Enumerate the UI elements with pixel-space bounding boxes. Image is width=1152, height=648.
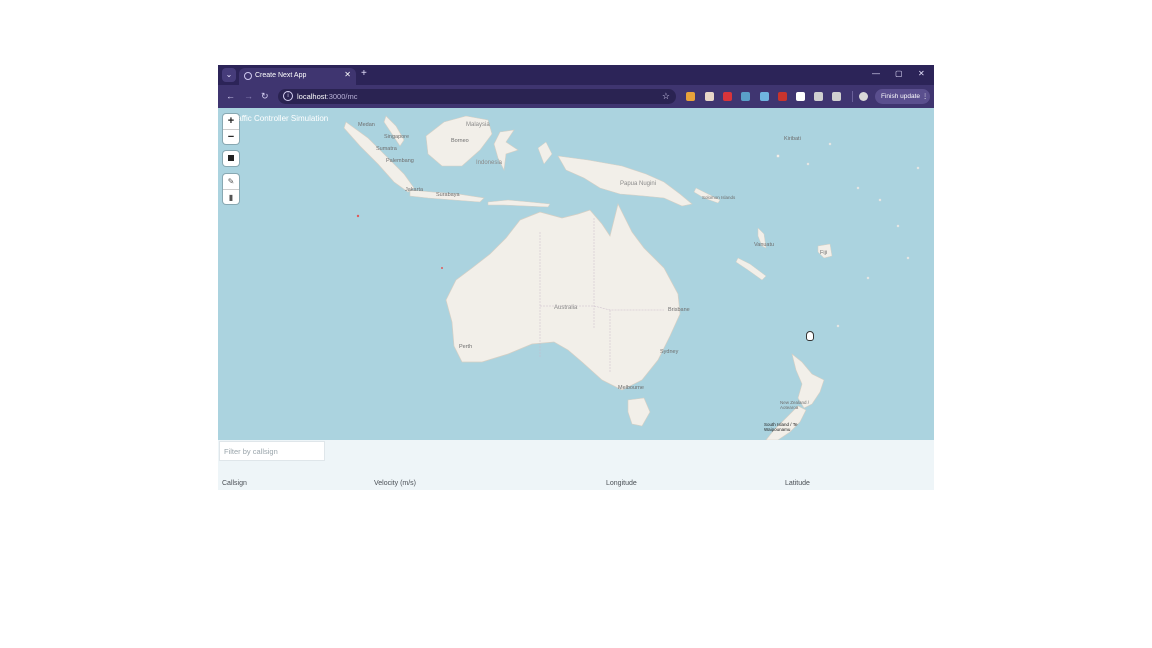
- title-bar: ⌄ Create Next App ✕ + — ▢ ✕: [218, 65, 934, 85]
- finish-update-button[interactable]: Finish update ⋮: [875, 89, 930, 104]
- browser-toolbar: ← → ↻ i localhost:3000/mc ☆ Finish updat…: [218, 85, 934, 108]
- map-label: Papua Nugini: [620, 181, 657, 187]
- tab-close-icon[interactable]: ✕: [344, 70, 351, 80]
- reload-icon[interactable]: ↻: [261, 90, 269, 102]
- address-bar[interactable]: i localhost:3000/mc ☆: [278, 89, 676, 104]
- map[interactable]: Traffic Controller Simulation + − ✎ ▮ Me…: [218, 108, 934, 440]
- aircraft-table: Callsign Velocity (m/s) Longitude Latitu…: [218, 440, 934, 490]
- bookmark-star-icon[interactable]: ☆: [662, 90, 670, 102]
- map-label: Kiribati: [784, 136, 801, 142]
- map-label: Solomon Islands: [702, 195, 736, 200]
- map-label: Singapore: [384, 134, 410, 140]
- map-label: Fiji: [820, 250, 828, 256]
- extension-icon[interactable]: [723, 92, 732, 101]
- tab-title: Create Next App: [255, 72, 307, 79]
- map-label: Perth: [459, 344, 473, 350]
- map-label: Melbourne: [618, 385, 644, 391]
- screen: ⌄ Create Next App ✕ + — ▢ ✕ ← → ↻ i loca…: [0, 0, 1152, 648]
- new-tab-button[interactable]: +: [361, 67, 367, 81]
- edit-layers-button[interactable]: ✎: [223, 174, 239, 189]
- globe-icon: [244, 72, 252, 80]
- tab-create-next-app[interactable]: Create Next App ✕: [239, 68, 356, 85]
- column-header-callsign[interactable]: Callsign: [222, 479, 247, 488]
- map-label: Vanuatu: [754, 242, 775, 248]
- map-label: Medan: [358, 122, 375, 128]
- draw-toolbar: ✎ ▮: [223, 174, 239, 204]
- map-tiles: [343, 115, 920, 440]
- column-header-longitude[interactable]: Longitude: [606, 479, 637, 488]
- edit-icon: ✎: [227, 177, 235, 186]
- url-text[interactable]: localhost:3000/mc: [297, 91, 357, 102]
- forward-icon[interactable]: →: [244, 90, 253, 102]
- extension-icon[interactable]: [814, 92, 823, 101]
- map-label: Sumatra: [376, 146, 397, 152]
- toolbar-divider: [852, 91, 853, 102]
- profile-avatar[interactable]: [859, 92, 868, 101]
- map-label: New Zealand / Aotearoa: [780, 400, 810, 410]
- map-label: Jakarta: [405, 187, 424, 193]
- map-label: Sydney: [660, 349, 679, 355]
- callsign-filter-input[interactable]: [219, 441, 325, 461]
- app-title: Traffic Controller Simulation: [230, 114, 329, 123]
- map-label: Palembang: [386, 158, 414, 164]
- zoom-in-button[interactable]: +: [223, 114, 239, 129]
- column-header-velocity[interactable]: Velocity (m/s): [374, 479, 416, 488]
- stop-button[interactable]: [223, 151, 239, 166]
- grab-cursor-icon: [806, 331, 814, 341]
- close-window-icon[interactable]: ✕: [918, 69, 925, 79]
- map-label: Australia: [554, 305, 578, 311]
- stop-control: [223, 151, 239, 166]
- extension-icon[interactable]: [796, 92, 805, 101]
- extension-icon[interactable]: [832, 92, 841, 101]
- stop-square-icon: [228, 155, 234, 162]
- map-label: South Island / Te Waipounamu: [764, 422, 798, 432]
- extension-icon[interactable]: [778, 92, 787, 101]
- map-label: Borneo: [451, 138, 469, 144]
- back-icon[interactable]: ←: [226, 90, 235, 102]
- extension-icon[interactable]: [686, 92, 695, 101]
- site-info-icon[interactable]: i: [283, 91, 293, 101]
- trash-icon: ▮: [228, 193, 234, 202]
- browser-window: ⌄ Create Next App ✕ + — ▢ ✕ ← → ↻ i loca…: [218, 65, 934, 490]
- column-header-latitude[interactable]: Latitude: [785, 479, 810, 488]
- extension-icon[interactable]: [760, 92, 769, 101]
- maximize-icon[interactable]: ▢: [895, 69, 903, 79]
- map-label: Malaysia: [466, 122, 490, 128]
- map-label: Brisbane: [668, 307, 690, 313]
- zoom-out-button[interactable]: −: [223, 129, 239, 144]
- map-label: Indonesia: [476, 160, 503, 166]
- minimize-icon[interactable]: —: [872, 69, 880, 79]
- map-label: Surabaya: [436, 192, 460, 198]
- delete-layers-button[interactable]: ▮: [223, 189, 239, 204]
- extension-icon[interactable]: [705, 92, 714, 101]
- zoom-control: + −: [223, 114, 239, 144]
- extension-icon[interactable]: [741, 92, 750, 101]
- tab-search-icon[interactable]: ⌄: [222, 68, 236, 82]
